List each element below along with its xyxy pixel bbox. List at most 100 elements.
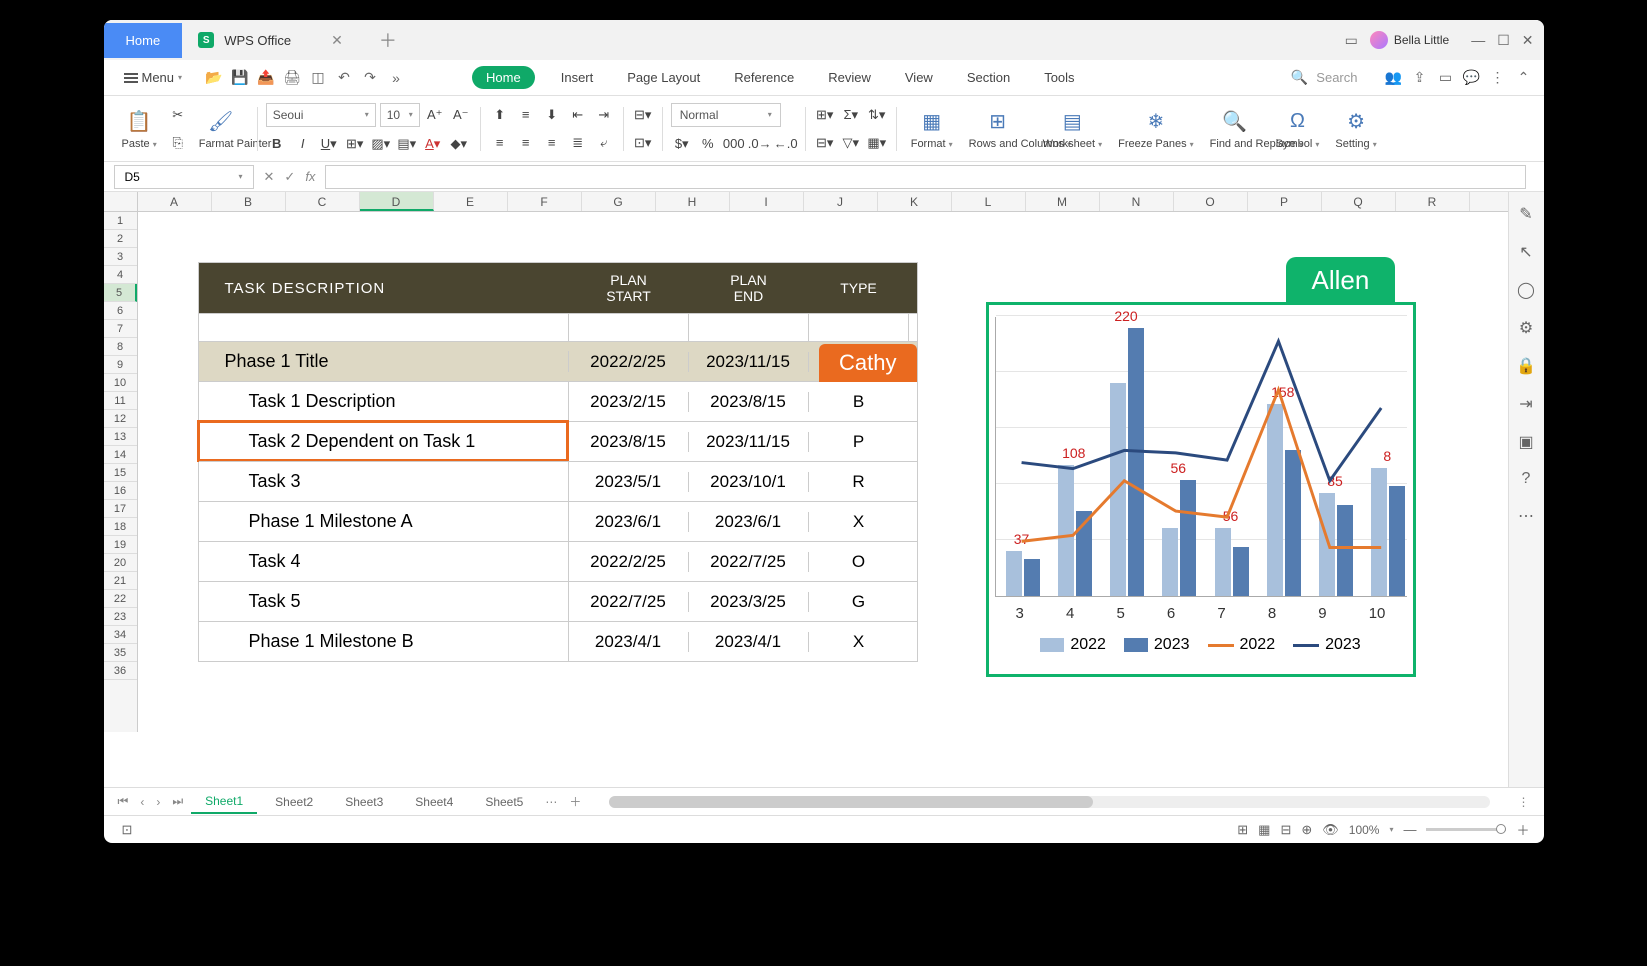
- cancel-formula-icon[interactable]: ✕: [264, 169, 275, 185]
- horizontal-scrollbar[interactable]: [609, 796, 1489, 808]
- col-header[interactable]: B: [212, 192, 286, 211]
- row-header[interactable]: 7: [104, 320, 137, 338]
- row-header[interactable]: 36: [104, 662, 137, 680]
- decrease-decimal-icon[interactable]: ←.0: [775, 133, 797, 155]
- search-box[interactable]: 🔍 Search: [1291, 69, 1358, 86]
- col-header[interactable]: O: [1174, 192, 1248, 211]
- document-tab[interactable]: S WPS Office ✕: [182, 32, 359, 49]
- row-header[interactable]: 35: [104, 644, 137, 662]
- layer-icon[interactable]: ▣: [1518, 432, 1533, 452]
- close-window-icon[interactable]: ✕: [1522, 32, 1534, 49]
- col-header[interactable]: C: [286, 192, 360, 211]
- more-qat-icon[interactable]: »: [388, 70, 404, 86]
- row-header[interactable]: 18: [104, 518, 137, 536]
- edit-icon[interactable]: ✎: [1519, 204, 1532, 224]
- sheet-tab[interactable]: Sheet3: [331, 791, 397, 813]
- decrease-indent-icon[interactable]: ⇤: [567, 104, 589, 126]
- row-header[interactable]: 23: [104, 608, 137, 626]
- symbol-button[interactable]: Ω Symbol ▾: [1270, 108, 1326, 150]
- col-header[interactable]: L: [952, 192, 1026, 211]
- add-tab-button[interactable]: ＋: [379, 27, 397, 53]
- format-button[interactable]: ▦ Format ▾: [905, 108, 959, 150]
- open-icon[interactable]: 📂: [206, 70, 222, 86]
- align-bottom-icon[interactable]: ⬇: [541, 104, 563, 126]
- col-header[interactable]: N: [1100, 192, 1174, 211]
- align-right-icon[interactable]: ≡: [541, 132, 563, 154]
- align-center-icon[interactable]: ≡: [515, 132, 537, 154]
- format-painter-group[interactable]: 🖌 Farmat Painter: [193, 108, 249, 150]
- row-header[interactable]: 5: [104, 284, 137, 302]
- menu-button[interactable]: Menu ▾: [116, 66, 191, 89]
- row-header[interactable]: 16: [104, 482, 137, 500]
- more-icon[interactable]: ⋯: [1518, 506, 1534, 526]
- help-icon[interactable]: ?: [1522, 470, 1531, 488]
- col-header[interactable]: F: [508, 192, 582, 211]
- setting-button[interactable]: ⚙ Setting ▾: [1329, 108, 1382, 150]
- align-left-icon[interactable]: ≡: [489, 132, 511, 154]
- col-header[interactable]: K: [878, 192, 952, 211]
- filter-icon[interactable]: ▽▾: [840, 132, 862, 154]
- col-header[interactable]: H: [656, 192, 730, 211]
- fill-color-button[interactable]: ▨▾: [370, 133, 392, 155]
- decrease-font-icon[interactable]: A⁻: [450, 104, 472, 126]
- row-header[interactable]: 9: [104, 356, 137, 374]
- tab-reference[interactable]: Reference: [726, 66, 802, 89]
- col-header[interactable]: I: [730, 192, 804, 211]
- row-header[interactable]: 6: [104, 302, 137, 320]
- freeze-panes-button[interactable]: ❄ Freeze Panes ▾: [1112, 108, 1200, 150]
- row-header[interactable]: 14: [104, 446, 137, 464]
- sheet-menu-icon[interactable]: ⋯: [541, 795, 561, 809]
- user-account[interactable]: Bella Little: [1370, 31, 1449, 49]
- col-header[interactable]: D: [360, 192, 434, 211]
- row-header[interactable]: 1: [104, 212, 137, 230]
- row-header[interactable]: 13: [104, 428, 137, 446]
- insert-row-icon[interactable]: ⊞▾: [814, 104, 836, 126]
- row-header[interactable]: 11: [104, 392, 137, 410]
- comment-icon[interactable]: 💬: [1464, 70, 1480, 86]
- cell-reference-box[interactable]: D5▾: [114, 165, 254, 189]
- font-color-button[interactable]: A▾: [422, 133, 444, 155]
- find-replace-button[interactable]: 🔍 Find and Replace ▾: [1204, 108, 1266, 150]
- bold-button[interactable]: B: [266, 133, 288, 155]
- tab-section[interactable]: Section: [959, 66, 1018, 89]
- sort-icon[interactable]: ⇅▾: [866, 104, 888, 126]
- increase-decimal-icon[interactable]: .0→: [749, 133, 771, 155]
- sheet-tab[interactable]: Sheet5: [471, 791, 537, 813]
- styles-button[interactable]: ▤▾: [396, 133, 418, 155]
- view-normal-icon[interactable]: ⊞: [1237, 822, 1248, 838]
- row-header[interactable]: 12: [104, 410, 137, 428]
- row-header[interactable]: 20: [104, 554, 137, 572]
- align-top-icon[interactable]: ⬆: [489, 104, 511, 126]
- percent-icon[interactable]: %: [697, 133, 719, 155]
- worksheet-button[interactable]: ▤ Worksheet ▾: [1037, 108, 1108, 150]
- col-header[interactable]: P: [1248, 192, 1322, 211]
- add-sheet-icon[interactable]: ＋: [565, 793, 585, 810]
- tab-view[interactable]: View: [897, 66, 941, 89]
- underline-button[interactable]: U▾: [318, 133, 340, 155]
- first-sheet-icon[interactable]: ⏮: [114, 794, 133, 809]
- zoom-out-icon[interactable]: —: [1403, 822, 1416, 837]
- view-eye-icon[interactable]: 👁: [1322, 822, 1339, 838]
- row-header[interactable]: 3: [104, 248, 137, 266]
- spreadsheet-grid[interactable]: A B C D E F G H I J K L M N O P Q R 1234…: [104, 192, 1508, 787]
- col-header[interactable]: Q: [1322, 192, 1396, 211]
- focus-icon[interactable]: ⊡: [122, 822, 133, 838]
- view-page-icon[interactable]: ⊟: [1280, 822, 1291, 838]
- kebab-icon[interactable]: ⋮: [1490, 70, 1506, 86]
- save-icon[interactable]: 💾: [232, 70, 248, 86]
- clipboard-icon[interactable]: 📋: [125, 108, 153, 136]
- justify-icon[interactable]: ≣: [567, 132, 589, 154]
- redo-icon[interactable]: ↷: [362, 70, 378, 86]
- thousand-sep-icon[interactable]: 000: [723, 133, 745, 155]
- table-icon[interactable]: ▦▾: [866, 132, 888, 154]
- highlight-button[interactable]: ◆▾: [448, 133, 470, 155]
- view-center-icon[interactable]: ⊕: [1301, 822, 1312, 838]
- col-header[interactable]: M: [1026, 192, 1100, 211]
- select-all-corner[interactable]: [104, 192, 138, 211]
- cut-icon[interactable]: ✂: [167, 104, 189, 126]
- accept-formula-icon[interactable]: ✓: [284, 169, 295, 185]
- chart[interactable]: 371082205656158858 345678910 2022 2023 2…: [986, 302, 1416, 677]
- zoom-slider[interactable]: [1426, 828, 1506, 831]
- home-tab[interactable]: Home: [104, 23, 183, 58]
- delete-row-icon[interactable]: ⊟▾: [814, 132, 836, 154]
